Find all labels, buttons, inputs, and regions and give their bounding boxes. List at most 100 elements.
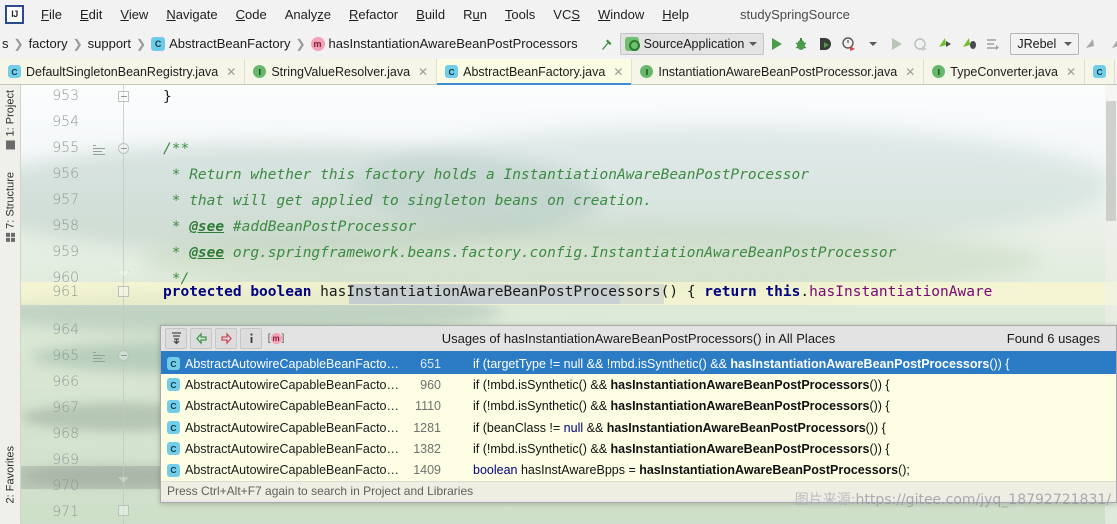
menu-item-run[interactable]: Run bbox=[454, 3, 496, 26]
menu-item-build[interactable]: Build bbox=[407, 3, 454, 26]
close-icon[interactable]: ✕ bbox=[905, 65, 915, 79]
class-icon: C bbox=[1093, 65, 1107, 78]
menu-item-edit[interactable]: Edit bbox=[71, 3, 111, 26]
fold-collapse-icon[interactable] bbox=[118, 143, 131, 156]
jrebel-run-icon[interactable] bbox=[934, 33, 956, 55]
tab-overflow[interactable]: C bbox=[1085, 59, 1116, 84]
menu-item-tools[interactable]: Tools bbox=[496, 3, 544, 26]
usage-code-snippet: if (!mbd.isSynthetic() && hasInstantiati… bbox=[473, 399, 890, 414]
javadoc-marker-icon bbox=[93, 350, 109, 362]
breadcrumb-chevron-icon: ❯ bbox=[72, 36, 83, 51]
jrebel-selector[interactable]: JRebel bbox=[1010, 32, 1080, 55]
find-usages-panel[interactable]: [ m ] Usages of hasInstantiationAwareBea… bbox=[160, 325, 1117, 503]
code-line-957: * that will get applied to singleton bea… bbox=[163, 193, 652, 209]
info-icon[interactable] bbox=[240, 328, 262, 349]
tab-StringValueResolver[interactable]: I StringValueResolver.java ✕ bbox=[245, 59, 438, 84]
usage-row[interactable]: C AbstractAutowireCapableBeanFactory.jav… bbox=[161, 396, 1116, 417]
tab-DefaultSingletonBeanRegistry[interactable]: C DefaultSingletonBeanRegistry.java ✕ bbox=[0, 59, 246, 84]
jrebel-debug-icon[interactable] bbox=[958, 33, 980, 55]
breadcrumb-item-factory[interactable]: factory bbox=[29, 36, 68, 51]
attach-profiler-icon[interactable] bbox=[982, 33, 1004, 55]
close-icon[interactable]: ✕ bbox=[613, 65, 623, 79]
close-icon[interactable]: ✕ bbox=[418, 65, 428, 79]
menu-item-analyze[interactable]: Analyze bbox=[276, 3, 340, 26]
interface-icon: I bbox=[253, 65, 267, 78]
kw-return: return bbox=[704, 284, 757, 300]
usage-code-snippet: if (targetType != null && !mbd.isSynthet… bbox=[473, 356, 1010, 371]
usage-line-number: 960 bbox=[420, 377, 441, 392]
usage-row[interactable]: C AbstractAutowireCapableBeanFactory.jav… bbox=[161, 374, 1116, 395]
breadcrumb-item-support[interactable]: support bbox=[88, 36, 131, 51]
line-number: 970 bbox=[52, 478, 79, 494]
fold-end-icon[interactable] bbox=[118, 271, 131, 284]
debug-button[interactable] bbox=[790, 33, 812, 55]
menu-item-view[interactable]: View bbox=[111, 3, 157, 26]
sidebar-item-project[interactable]: 1: Project bbox=[0, 87, 21, 152]
fold-marker-icon[interactable] bbox=[118, 286, 131, 299]
method-icon: m bbox=[310, 36, 325, 51]
menu-item-navigate[interactable]: Navigate bbox=[157, 3, 226, 26]
jrebel-extra-icon-2[interactable] bbox=[1105, 33, 1117, 55]
code-line-961: protected boolean hasInstantiationAwareB… bbox=[163, 284, 992, 300]
previous-occurrence-icon[interactable] bbox=[190, 328, 212, 349]
scrollbar-thumb[interactable] bbox=[1106, 101, 1116, 221]
class-icon: C bbox=[167, 399, 180, 413]
run-button[interactable] bbox=[766, 33, 788, 55]
sidebar-item-label: 7: Structure bbox=[4, 172, 17, 229]
kw-this: this bbox=[765, 284, 801, 300]
line-number: 956 bbox=[52, 166, 79, 182]
next-occurrence-icon[interactable] bbox=[215, 328, 237, 349]
usage-line-number: 1382 bbox=[413, 441, 441, 456]
profiler-dropdown-icon[interactable] bbox=[862, 33, 884, 55]
profiler-button[interactable] bbox=[838, 33, 860, 55]
build-hammer-icon[interactable] bbox=[596, 33, 618, 55]
left-tool-window-strip: 1: Project 7: Structure 2: Favorites bbox=[0, 85, 21, 524]
fold-marker-icon[interactable] bbox=[118, 505, 131, 518]
usage-code-snippet: if (!mbd.isSynthetic() && hasInstantiati… bbox=[473, 377, 890, 392]
field-name: hasInstantiationAware bbox=[809, 284, 993, 300]
usage-row[interactable]: C AbstractAutowireCapableBeanFactory.jav… bbox=[161, 353, 1116, 375]
menu-item-refactor[interactable]: Refactor bbox=[340, 3, 407, 26]
line-number: 957 bbox=[52, 192, 79, 208]
fold-collapse-icon[interactable] bbox=[118, 350, 131, 363]
menu-item-code[interactable]: Code bbox=[227, 3, 276, 26]
breadcrumb-item-method[interactable]: hasInstantiationAwareBeanPostProcessors bbox=[329, 36, 578, 51]
watermark-prefix: 图片来源: bbox=[794, 492, 856, 508]
fold-collapse-icon[interactable] bbox=[118, 91, 131, 104]
run-configuration-selector[interactable]: SourceApplication bbox=[619, 32, 765, 55]
sidebar-item-structure[interactable]: 7: Structure bbox=[0, 169, 21, 245]
class-icon: C bbox=[151, 36, 166, 51]
usage-row[interactable]: C AbstractAutowireCapableBeanFactory.jav… bbox=[161, 459, 1116, 480]
dot: . bbox=[800, 284, 810, 300]
method-filter-icon[interactable]: [ m ] bbox=[265, 328, 287, 349]
usage-row[interactable]: C AbstractAutowireCapableBeanFactory.jav… bbox=[161, 438, 1116, 459]
line-number: 971 bbox=[52, 504, 79, 520]
tab-label: TypeConverter.java bbox=[950, 64, 1058, 79]
breadcrumb-item-class[interactable]: AbstractBeanFactory bbox=[169, 36, 290, 51]
usage-file-name: AbstractAutowireCapableBeanFactory.java bbox=[185, 420, 403, 435]
tab-InstantiationAwareBeanPostProcessor[interactable]: I InstantiationAwareBeanPostProcessor.ja… bbox=[632, 59, 925, 84]
menu-item-vcs[interactable]: VCS bbox=[544, 3, 589, 26]
breadcrumb-chevron-icon: ❯ bbox=[295, 36, 306, 51]
menu-item-help[interactable]: Help bbox=[653, 3, 698, 26]
usage-file-name: AbstractAutowireCapableBeanFactory.java bbox=[185, 463, 403, 478]
sidebar-item-favorites[interactable]: 2: Favorites bbox=[0, 443, 21, 506]
expand-all-icon[interactable] bbox=[165, 328, 187, 349]
javadoc-marker-icon bbox=[93, 143, 109, 155]
run-with-coverage-button[interactable] bbox=[814, 33, 836, 55]
chevron-down-icon bbox=[1064, 41, 1073, 46]
usage-line-number: 1110 bbox=[415, 399, 441, 414]
tab-AbstractBeanFactory[interactable]: C AbstractBeanFactory.java ✕ bbox=[437, 59, 633, 85]
menu-item-window[interactable]: Window bbox=[589, 3, 653, 26]
find-usages-list[interactable]: C AbstractAutowireCapableBeanFactory.jav… bbox=[161, 353, 1116, 481]
close-icon[interactable]: ✕ bbox=[1066, 65, 1076, 79]
jrebel-extra-icon-1[interactable] bbox=[1081, 33, 1103, 55]
fold-end-icon[interactable] bbox=[118, 477, 131, 490]
editor-gutter[interactable]: 953 954 955 956 957 958 959 960 961 964 … bbox=[21, 85, 163, 524]
close-icon[interactable]: ✕ bbox=[226, 65, 236, 79]
usage-row[interactable]: C AbstractAutowireCapableBeanFactory.jav… bbox=[161, 417, 1116, 438]
menu-item-file[interactable]: File bbox=[32, 3, 71, 26]
method-name: hasInstantiationAwareBeanPostProcessors bbox=[320, 284, 661, 300]
tab-TypeConverter[interactable]: I TypeConverter.java ✕ bbox=[924, 59, 1086, 84]
structure-icon bbox=[6, 233, 15, 242]
